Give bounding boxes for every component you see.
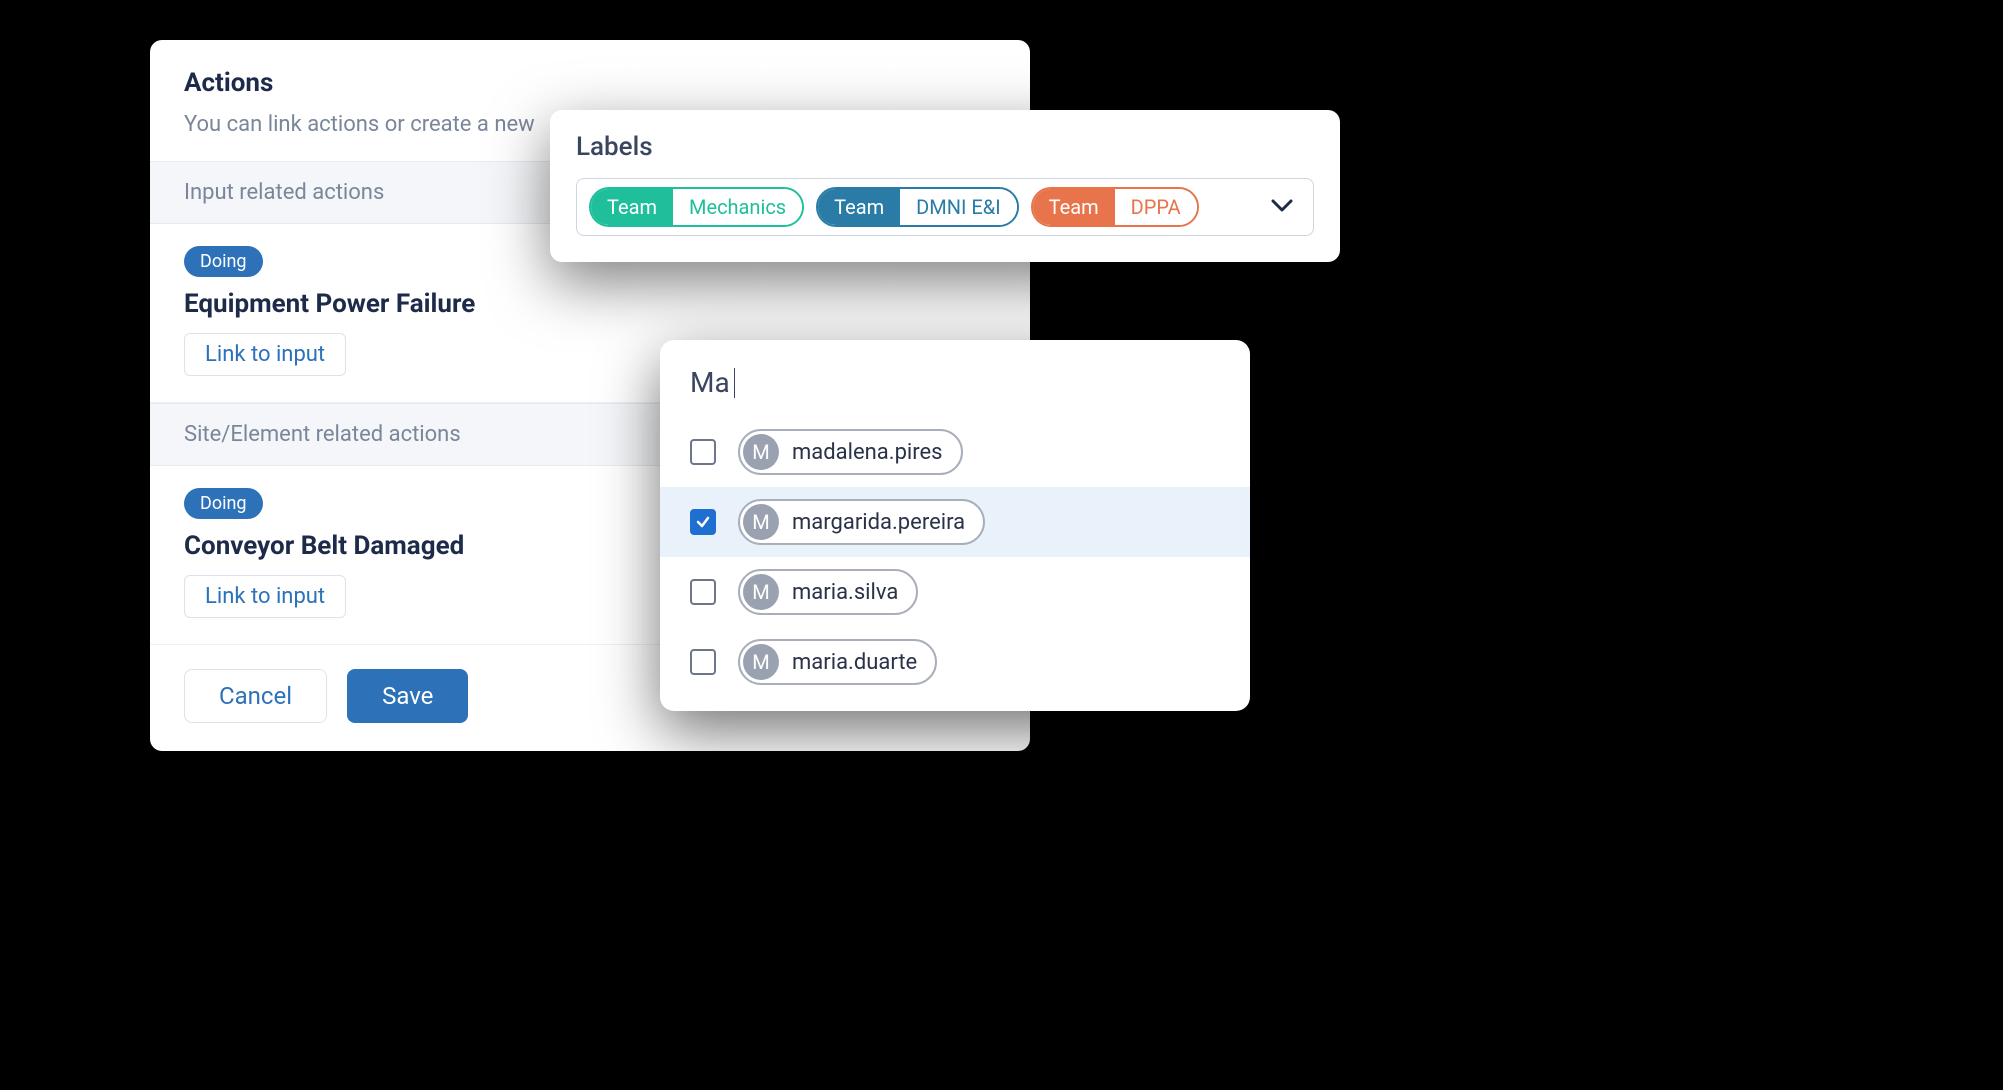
username: margarida.pereira	[782, 504, 983, 541]
user-chip: M maria.duarte	[738, 639, 937, 685]
label-tag-category: Team	[818, 189, 900, 225]
user-option[interactable]: M madalena.pires	[660, 417, 1250, 487]
username: maria.silva	[782, 574, 916, 611]
search-query: Ma	[690, 366, 730, 399]
user-option[interactable]: M maria.duarte	[660, 627, 1250, 697]
username: madalena.pires	[782, 434, 961, 471]
avatar: M	[743, 504, 779, 540]
user-chip: M madalena.pires	[738, 429, 963, 475]
labels-title: Labels	[576, 132, 1314, 162]
save-button[interactable]: Save	[347, 669, 468, 723]
avatar: M	[743, 644, 779, 680]
action-name: Equipment Power Failure	[184, 289, 996, 319]
checkbox[interactable]	[690, 579, 716, 605]
user-chip: M maria.silva	[738, 569, 918, 615]
user-option[interactable]: M maria.silva	[660, 557, 1250, 627]
checkbox[interactable]	[690, 439, 716, 465]
avatar: M	[743, 434, 779, 470]
label-tag-value: DPPA	[1115, 189, 1197, 225]
checkbox[interactable]	[690, 509, 716, 535]
cancel-button[interactable]: Cancel	[184, 669, 327, 723]
label-tag-category: Team	[591, 189, 673, 225]
label-tag[interactable]: Team DPPA	[1031, 187, 1199, 227]
label-tag[interactable]: Team Mechanics	[589, 187, 804, 227]
status-badge: Doing	[184, 488, 263, 519]
labels-field[interactable]: Team Mechanics Team DMNI E&I Team DPPA	[576, 178, 1314, 236]
text-caret-icon	[734, 368, 735, 398]
status-badge: Doing	[184, 246, 263, 277]
link-to-input-button[interactable]: Link to input	[184, 333, 346, 376]
label-tag[interactable]: Team DMNI E&I	[816, 187, 1019, 227]
user-option[interactable]: M margarida.pereira	[660, 487, 1250, 557]
chevron-down-icon[interactable]	[1263, 192, 1301, 223]
checkbox[interactable]	[690, 649, 716, 675]
labels-card: Labels Team Mechanics Team DMNI E&I Team…	[550, 110, 1340, 262]
search-input[interactable]: Ma	[660, 362, 1250, 417]
link-to-input-button[interactable]: Link to input	[184, 575, 346, 618]
label-tag-value: Mechanics	[673, 189, 802, 225]
user-chip: M margarida.pereira	[738, 499, 985, 545]
actions-title: Actions	[184, 68, 996, 98]
user-picker: Ma M madalena.pires M margarida.pereira …	[660, 340, 1250, 711]
label-tag-category: Team	[1033, 189, 1115, 225]
label-tag-value: DMNI E&I	[900, 189, 1017, 225]
username: maria.duarte	[782, 644, 935, 681]
avatar: M	[743, 574, 779, 610]
